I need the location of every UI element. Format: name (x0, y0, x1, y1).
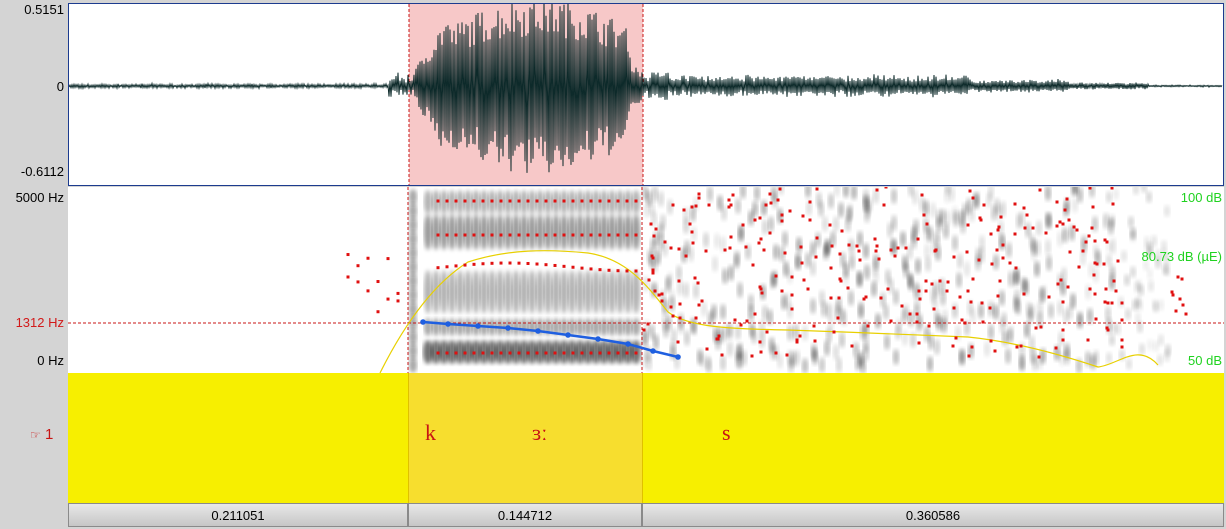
segment-label-s[interactable]: s (722, 420, 731, 446)
db-top-label: 100 dB (1180, 190, 1222, 205)
spectrogram-panel[interactable]: 100 dB 80.73 dB (µE) 50 dB (68, 187, 1224, 373)
hand-pointer-icon: ☞ (30, 428, 41, 442)
selected-interval[interactable] (408, 373, 642, 503)
waveform-trace (69, 4, 1223, 173)
waveform-zero-label: 0 (56, 79, 64, 94)
waveform-panel[interactable] (68, 3, 1224, 186)
annotation-tier[interactable] (68, 373, 1224, 503)
duration-cell-right[interactable]: 0.360586 (642, 503, 1224, 527)
db-mid-label: 80.73 dB (µE) (1141, 249, 1222, 264)
duration-cell-selection[interactable]: 0.144712 (408, 503, 642, 527)
segment-label-k[interactable]: k (425, 420, 436, 446)
spectrogram-freq-cursor-label: 1312 Hz (15, 315, 64, 330)
interval-boundary[interactable] (408, 373, 409, 503)
interval-boundary[interactable] (642, 373, 643, 503)
spectrogram-energy (409, 187, 1171, 373)
duration-bar: 0.211051 0.144712 0.360586 (68, 503, 1224, 529)
waveform-ymax-label: 0.5151 (24, 2, 64, 17)
waveform-ymin-label: -0.6112 (20, 164, 64, 179)
spectrogram-freq-top-label: 5000 Hz (15, 190, 64, 205)
spectrogram-freq-bottom-label: 0 Hz (37, 353, 64, 368)
duration-cell-left[interactable]: 0.211051 (68, 503, 408, 527)
tier-name-label[interactable]: ☞ 1 (30, 426, 53, 443)
segment-label-er[interactable]: ɜː (532, 420, 547, 446)
db-bottom-label: 50 dB (1188, 353, 1222, 368)
